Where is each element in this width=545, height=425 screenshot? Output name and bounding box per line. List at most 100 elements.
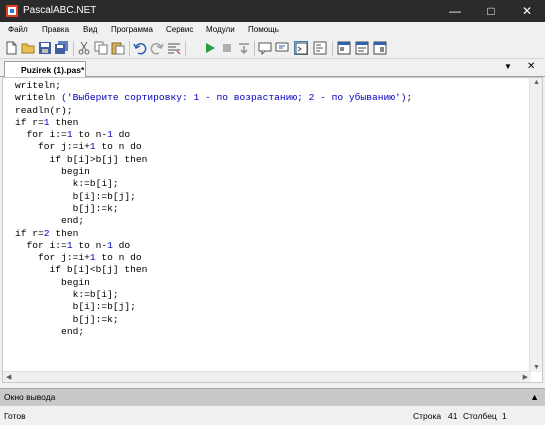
maximize-icon: □ [487, 4, 495, 18]
menu-edit[interactable]: Правка [42, 25, 69, 34]
code-line[interactable]: k:=b[i]; [15, 178, 412, 190]
close-tab-button[interactable]: ✕ [527, 61, 535, 72]
code-line[interactable]: for i:=1 to n-1 do [15, 129, 412, 141]
undo-button[interactable] [133, 41, 147, 55]
code-line[interactable]: b[j]:=k; [15, 203, 412, 215]
menu-file[interactable]: Файл [8, 25, 28, 34]
menu-service[interactable]: Сервис [166, 25, 193, 34]
format-code-button[interactable] [167, 41, 181, 55]
maximize-button[interactable]: □ [473, 0, 509, 22]
save-all-button[interactable] [55, 41, 69, 55]
code-line[interactable]: k:=b[i]; [15, 289, 412, 301]
run-button[interactable] [203, 41, 217, 55]
code-line[interactable]: if b[i]<b[j] then [15, 264, 412, 276]
format-code-icon [168, 43, 181, 55]
code-line[interactable]: for j:=i+1 to n do [15, 252, 412, 264]
debug-icon [313, 41, 327, 55]
expand-panel-icon[interactable]: ▲ [530, 392, 539, 402]
redo-icon [150, 43, 164, 55]
code-line[interactable]: writeln ('Выберите сортировку: 1 - по во… [15, 92, 412, 104]
code-token: for j:=i+ [15, 141, 90, 153]
scroll-up-icon[interactable]: ▲ [533, 79, 540, 86]
scroll-right-icon[interactable]: ▶ [523, 373, 528, 381]
form-view-button[interactable] [373, 41, 387, 55]
code-line[interactable]: readln(r); [15, 105, 412, 117]
stop-icon [223, 44, 231, 52]
uncomment-button[interactable] [275, 41, 289, 55]
form-designer-icon [337, 41, 351, 55]
open-button[interactable] [21, 41, 35, 55]
code-token: begin [15, 276, 90, 288]
code-line[interactable]: end; [15, 215, 412, 227]
code-editor[interactable]: writeln; writeln ('Выберите сортировку: 1… [2, 77, 543, 383]
output-panel-header[interactable]: Окно вывода ▲ [0, 388, 545, 405]
save-all-icon [55, 41, 68, 54]
form-code-button[interactable] [355, 41, 369, 55]
horizontal-scrollbar[interactable]: ◀ ▶ [3, 371, 531, 382]
column-value: 1 [502, 411, 507, 421]
copy-button[interactable] [94, 41, 108, 55]
toolbar [0, 38, 545, 59]
code-line[interactable]: if r=1 then [15, 117, 412, 129]
status-state: Готов [4, 411, 26, 421]
code-line[interactable]: for j:=i+1 to n do [15, 141, 412, 153]
copy-icon [94, 41, 108, 55]
code-line[interactable]: if r=2 then [15, 228, 412, 240]
form-view-icon [373, 41, 387, 55]
menu-help[interactable]: Помощь [248, 25, 279, 34]
new-file-button[interactable] [4, 41, 18, 55]
code-line[interactable]: end; [15, 326, 412, 338]
toolbar-separator [73, 41, 74, 56]
step-into-icon [239, 43, 249, 55]
code-token: then [49, 227, 79, 239]
code-token: for i:= [15, 129, 67, 141]
code-text[interactable]: writeln; writeln ('Выберите сортировку: 1… [15, 80, 412, 338]
code-line[interactable]: for i:=1 to n-1 do [15, 240, 412, 252]
close-window-button[interactable]: ✕ [509, 0, 545, 22]
status-bar: Готов Строка 41 Столбец 1 [0, 405, 545, 425]
code-line[interactable]: b[i]:=b[j]; [15, 191, 412, 203]
comment-button[interactable] [258, 41, 272, 55]
vertical-scrollbar[interactable]: ▲ ▼ [529, 78, 542, 372]
code-token: for j:=i+ [15, 252, 90, 264]
save-button[interactable] [38, 41, 52, 55]
output-panel-title: Окно вывода [4, 392, 56, 402]
menu-program[interactable]: Программа [111, 25, 153, 34]
pascalabc-logo-icon [6, 5, 18, 17]
scroll-down-icon[interactable]: ▼ [533, 364, 540, 371]
cut-button[interactable] [77, 41, 91, 55]
toolbar-separator [332, 41, 333, 56]
code-token: do [112, 129, 131, 141]
debug-button[interactable] [313, 41, 327, 55]
code-line[interactable]: b[j]:=k; [15, 314, 412, 326]
menu-view[interactable]: Вид [83, 25, 97, 34]
step-into-button[interactable] [237, 41, 251, 55]
output-window-toggle[interactable] [294, 41, 308, 55]
code-token: writeln [15, 92, 62, 104]
toolbar-separator [254, 41, 255, 56]
code-line[interactable]: writeln; [15, 80, 412, 92]
code-line[interactable]: begin [15, 277, 412, 289]
window-title: PascalABC.NET [23, 5, 97, 16]
tab-puzirek[interactable]: Puzirek (1).pas* [4, 61, 86, 78]
code-line[interactable]: begin [15, 166, 412, 178]
row-label: Строка [413, 411, 442, 421]
code-line[interactable]: if b[i]>b[j] then [15, 154, 412, 166]
scroll-left-icon[interactable]: ◀ [6, 373, 11, 381]
stop-button[interactable] [220, 41, 234, 55]
redo-button[interactable] [150, 41, 164, 55]
paste-button[interactable] [111, 41, 125, 55]
menu-modules[interactable]: Модули [206, 25, 235, 34]
code-token: begin [15, 166, 90, 178]
form-designer-button[interactable] [337, 41, 351, 55]
open-folder-icon [21, 43, 35, 54]
minimize-button[interactable]: — [437, 0, 473, 22]
minimize-icon: — [449, 4, 461, 18]
cut-icon [78, 41, 90, 55]
code-line[interactable]: b[i]:=b[j]; [15, 301, 412, 313]
code-token: to n- [72, 239, 108, 251]
code-token: writeln; [15, 80, 62, 91]
new-file-icon [6, 41, 17, 55]
tab-list-dropdown[interactable]: ▼ [504, 62, 512, 71]
editor-tab-strip: Puzirek (1).pas* ▼ ✕ [0, 59, 545, 78]
